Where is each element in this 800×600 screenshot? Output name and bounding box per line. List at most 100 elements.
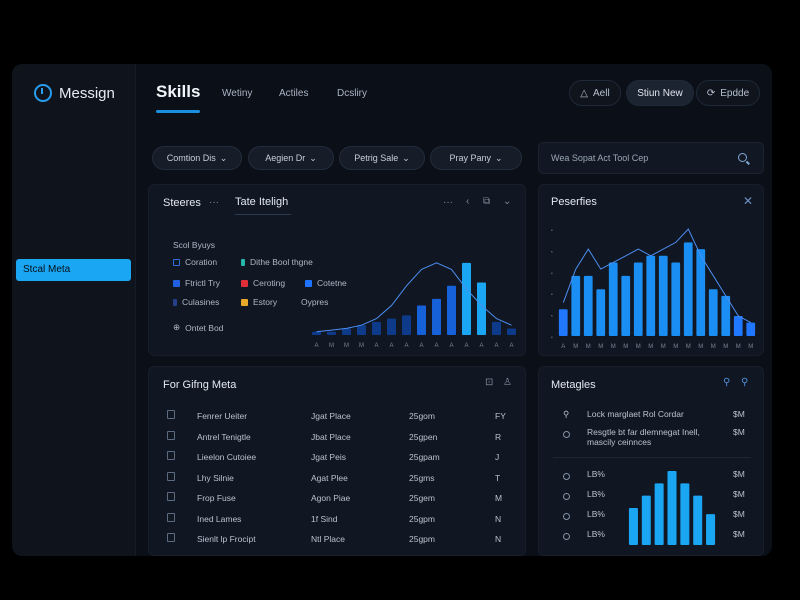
filter-chip-2[interactable]: Aegien Dr ⌄: [248, 146, 334, 170]
bar: [571, 275, 581, 336]
search-text: Wea Sopat Act Tool Cep: [551, 153, 649, 163]
header: Skills Wetiny Actiles Dcsliry △ Aell Sti…: [136, 64, 772, 120]
cell-code: M: [495, 493, 503, 503]
table-row[interactable]: Ined Lames 1f Sind 25gpm N: [163, 510, 515, 530]
x-tick-label: A: [404, 343, 408, 349]
bar: [733, 315, 743, 336]
brand[interactable]: Messign: [34, 84, 115, 102]
x-tick-label: M: [748, 344, 753, 350]
new-button-label: Stiun New: [637, 87, 683, 99]
metric-value: $M: [733, 529, 745, 539]
refresh-icon: ⟳: [706, 87, 716, 99]
close-icon[interactable]: ✕: [743, 194, 753, 208]
search-icon[interactable]: [738, 153, 747, 162]
bar: [342, 328, 351, 335]
legend-item: Estory: [241, 297, 277, 307]
circle-icon: [563, 431, 570, 438]
legend-item: Ceroting: [241, 278, 285, 288]
cell-type: Agon Piae: [311, 493, 351, 503]
cell-code: N: [495, 534, 502, 544]
bar: [633, 262, 643, 336]
chevron-down-icon: ⌄: [219, 152, 228, 163]
bar: [447, 285, 456, 335]
bar: [583, 275, 593, 336]
x-tick-label: A: [419, 343, 423, 349]
file-icon: [167, 471, 175, 481]
x-tick-label: A: [374, 343, 378, 349]
file-icon: [167, 430, 175, 440]
bar: [683, 242, 693, 336]
new-button[interactable]: Stiun New: [626, 80, 694, 106]
tab-3[interactable]: Dcsliry: [337, 88, 367, 99]
bar: [706, 514, 716, 545]
x-tick-label: M: [673, 344, 678, 350]
bar: [658, 255, 668, 336]
cell-time: 25gpen: [409, 431, 438, 442]
bar: [312, 331, 321, 335]
circle-icon: [563, 493, 570, 500]
y-tick: •: [551, 335, 553, 341]
metric-row[interactable]: Resgtle bt far dlemnegat Inell, mascily …: [553, 427, 753, 449]
metrics-panel: Metagles ⚲ ⚲ ⚲ Lock marglaet Rol Cordar $M…: [538, 366, 764, 556]
more-icon[interactable]: ···: [443, 197, 453, 208]
metric-value: $M: [733, 489, 745, 499]
table-row[interactable]: Fenrer Ueiter Jgat Place 25gom FY: [163, 407, 515, 427]
user-icon[interactable]: ♙: [503, 377, 512, 388]
bar: [693, 495, 703, 545]
bar: [372, 321, 381, 335]
search-icon[interactable]: ⚲: [723, 377, 730, 388]
x-tick-label: A: [561, 344, 565, 350]
metric-value: $M: [733, 469, 745, 479]
table-row[interactable]: Lhy Silnie Agat Plee 25gms T: [163, 469, 515, 489]
divider: [553, 457, 751, 458]
ellipsis-icon[interactable]: ···: [209, 197, 219, 208]
metric-label: LB%: [587, 469, 605, 479]
chevron-left-icon[interactable]: ‹: [466, 196, 469, 207]
skills-panel: Steeres ··· Tate Iteligh ··· ‹ ⧉ ⌄ Scol …: [148, 184, 526, 356]
sidebar-item-active[interactable]: Stcal Meta: [16, 259, 131, 281]
metric-value: $M: [733, 409, 745, 419]
zoom-icon[interactable]: ⚲: [741, 377, 748, 388]
search-input[interactable]: Wea Sopat Act Tool Cep: [538, 142, 764, 174]
cell-name: Frop Fuse: [197, 493, 236, 503]
table-row[interactable]: Lieelon Cutoiee Jgat Peis 25gpam J: [163, 448, 515, 468]
legend-label: Estory: [253, 297, 278, 307]
table-row[interactable]: Sienlt lp Frocipt Ntl Place 25gpm N: [163, 530, 515, 550]
expand-icon[interactable]: ⧉: [483, 196, 490, 207]
bar: [507, 328, 516, 335]
tab-1[interactable]: Wetiny: [222, 88, 252, 99]
x-tick-label: A: [509, 343, 513, 349]
table-row[interactable]: Frop Fuse Agon Piae 25gem M: [163, 489, 515, 509]
all-button[interactable]: △ Aell: [569, 80, 621, 106]
filter-chip-1[interactable]: Comtion Dis ⌄: [152, 146, 242, 170]
cell-time: 25gpm: [409, 534, 435, 544]
bar: [558, 309, 568, 336]
bar: [646, 255, 656, 336]
bar: [608, 262, 618, 336]
update-button-label: Epdde: [720, 87, 750, 99]
chevron-down-icon[interactable]: ⌄: [503, 196, 511, 207]
cell-type: Ntl Place: [311, 534, 346, 544]
filter-chip-3[interactable]: Petrig Sale ⌄: [339, 146, 425, 170]
skills-chart: AMMMAAAAAAAAAA: [312, 262, 516, 349]
update-button[interactable]: ⟳ Epdde: [696, 80, 760, 106]
cell-name: Antrel Tenigtle: [197, 431, 251, 442]
y-tick: •: [551, 228, 553, 234]
x-tick-label: M: [586, 344, 591, 350]
x-tick-label: A: [434, 343, 438, 349]
logo-icon: [34, 84, 52, 102]
filter-chip-4[interactable]: Pray Pany ⌄: [430, 146, 522, 170]
cell-time: 25gom: [409, 411, 435, 421]
panel-tab[interactable]: Tate Iteligh: [235, 196, 288, 208]
panel-title: For Gifng Meta: [163, 379, 237, 391]
tab-2[interactable]: Actiles: [279, 88, 308, 99]
legend-label: Ceroting: [253, 278, 286, 288]
cell-code: J: [495, 452, 500, 462]
legend-label: Ftrictl Try: [185, 278, 220, 288]
table-row[interactable]: Antrel Tenigtle Jbat Place 25gpen R: [163, 428, 515, 448]
bar: [596, 289, 606, 336]
legend-swatch: [173, 279, 180, 287]
lock-icon[interactable]: ⊡: [485, 377, 493, 388]
brand-name: Messign: [59, 84, 115, 102]
x-tick-label: M: [711, 344, 716, 350]
